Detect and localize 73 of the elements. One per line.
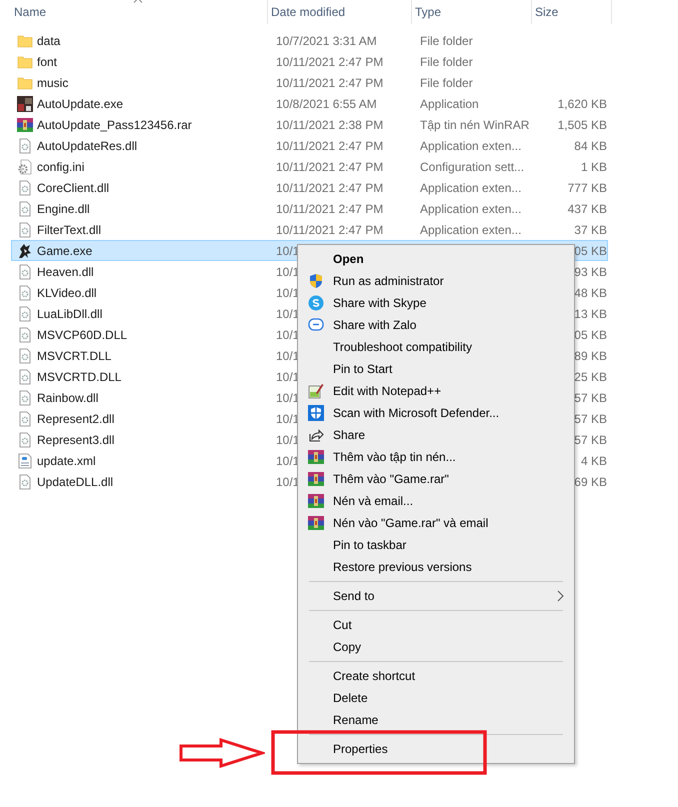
file-type: Tập tin nén WinRAR: [420, 118, 530, 132]
file-size: 05 KB: [574, 244, 607, 258]
date-modified: 10/11/2021 2:38 PM: [276, 118, 384, 132]
file-name: Rainbow.dll: [37, 390, 98, 404]
file-name: MSVCP60D.DLL: [37, 328, 128, 342]
file-size: 05 KB: [574, 328, 607, 342]
date-modified: 10/11/2021 2:47 PM: [276, 76, 384, 90]
file-size: 84 KB: [574, 138, 607, 152]
date-modified: 10/1: [276, 370, 300, 384]
date-modified: 10/1: [276, 454, 300, 468]
date-modified: 10/1: [276, 244, 300, 258]
file-name: MSVCRTD.DLL: [37, 370, 122, 384]
file-size: 13 KB: [574, 306, 607, 320]
file-size: 25 KB: [574, 370, 607, 384]
date-modified: 10/7/2021 3:31 AM: [276, 34, 377, 48]
date-modified: 10/11/2021 2:47 PM: [276, 222, 384, 236]
file-name: AutoUpdate.exe: [37, 96, 124, 110]
date-modified: 10/11/2021 2:47 PM: [276, 202, 384, 216]
date-modified: 10/1: [276, 328, 300, 342]
date-modified: 10/11/2021 2:47 PM: [276, 180, 384, 194]
file-name: AutoUpdate_Pass123456.rar: [37, 118, 192, 132]
file-name: data: [37, 34, 60, 48]
file-size: 777 KB: [568, 180, 607, 194]
file-name: Game.exe: [37, 244, 92, 258]
file-size: 57 KB: [574, 390, 607, 404]
file-size: 57 KB: [574, 412, 607, 426]
file-name: UpdateDLL.dll: [37, 474, 114, 488]
date-modified: 10/1: [276, 390, 300, 404]
file-name: update.xml: [37, 454, 96, 468]
file-name: KLVideo.dll: [37, 286, 97, 300]
file-size: 69 KB: [574, 474, 607, 488]
file-name: FilterText.dll: [37, 222, 102, 236]
file-name: config.ini: [37, 160, 84, 174]
file-name: font: [37, 54, 58, 68]
file-size: 37 KB: [574, 222, 607, 236]
date-modified: 10/1: [276, 432, 300, 446]
file-name: LuaLibDll.dll: [37, 306, 102, 320]
date-modified: 10/1: [276, 306, 300, 320]
file-type: Application exten...: [420, 180, 522, 194]
file-type: Application exten...: [420, 202, 522, 216]
date-modified: 10/8/2021 6:55 AM: [276, 96, 377, 110]
file-size: 1,505 KB: [558, 118, 607, 132]
file-name: Heaven.dll: [37, 264, 94, 278]
file-size: 1 KB: [580, 160, 607, 174]
file-name: Represent2.dll: [37, 412, 114, 426]
file-name: MSVCRT.DLL: [37, 348, 112, 362]
file-type: File folder: [420, 54, 473, 68]
date-modified: 10/1: [276, 348, 300, 362]
file-size: 437 KB: [568, 202, 607, 216]
file-name: Represent3.dll: [37, 432, 114, 446]
file-name: CoreClient.dll: [37, 180, 110, 194]
file-name: music: [37, 76, 68, 90]
file-size: 48 KB: [574, 286, 607, 300]
file-size: 93 KB: [574, 264, 607, 278]
date-modified: 10/11/2021 2:47 PM: [276, 160, 384, 174]
date-modified: 10/1: [276, 412, 300, 426]
date-modified: 10/1: [276, 264, 300, 278]
file-size: 4 KB: [580, 454, 607, 468]
file-type: Application exten...: [420, 138, 522, 152]
file-size: 89 KB: [574, 348, 607, 362]
date-modified: 10/1: [276, 286, 300, 300]
file-type: Configuration sett...: [420, 160, 524, 174]
date-modified: 10/11/2021 2:47 PM: [276, 138, 384, 152]
file-name: Engine.dll: [37, 202, 90, 216]
file-size: 1,620 KB: [558, 96, 607, 110]
date-modified: 10/11/2021 2:47 PM: [276, 54, 384, 68]
file-type: File folder: [420, 76, 473, 90]
file-name: AutoUpdateRes.dll: [37, 138, 138, 152]
file-type: File folder: [420, 34, 473, 48]
date-modified: 10/1: [276, 474, 300, 488]
file-size: 57 KB: [574, 432, 607, 446]
file-type: Application exten...: [420, 222, 522, 236]
file-type: Application: [420, 96, 479, 110]
